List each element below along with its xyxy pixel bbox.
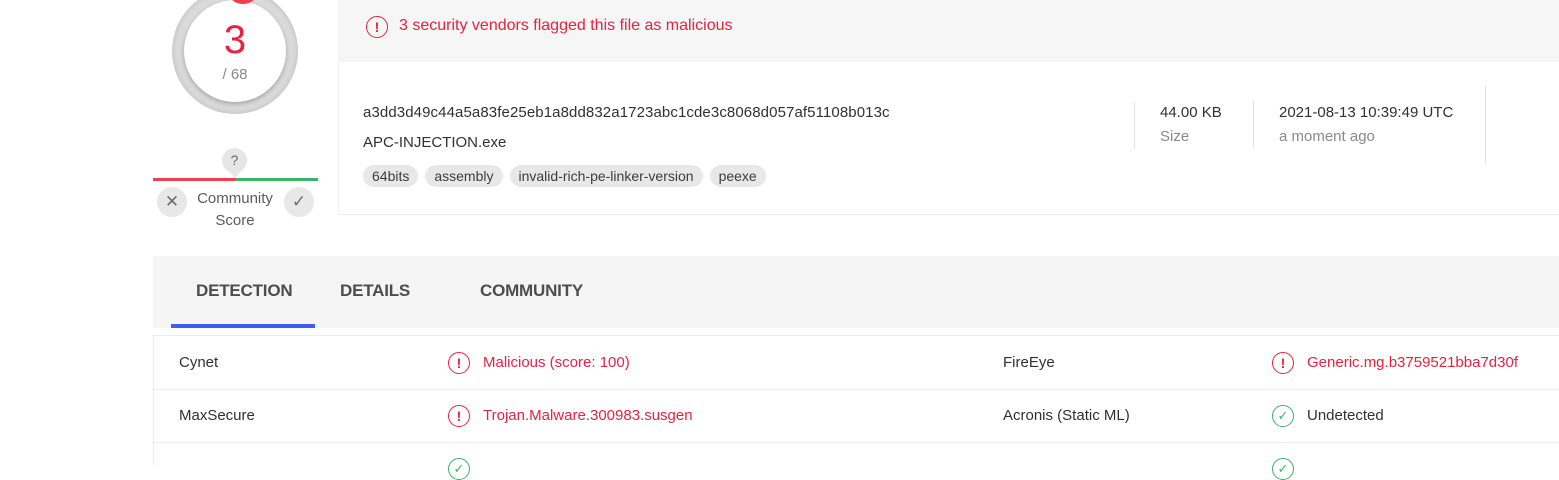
vendor-name: Cynet xyxy=(179,354,219,371)
vendor-name: FireEye xyxy=(1003,354,1055,371)
meta-divider xyxy=(1253,101,1254,149)
alert-circle-icon: ! xyxy=(448,405,470,427)
alert-text: 3 security vendors flagged this file as … xyxy=(399,17,733,34)
detection-result: Malicious (score: 100) xyxy=(483,354,630,371)
check-circle-icon: ✓ xyxy=(1272,405,1294,427)
detection-result: Undetected xyxy=(1307,407,1384,424)
analysis-date-value: 2021-08-13 10:39:49 UTC xyxy=(1279,104,1454,121)
detection-result: Generic.mg.b3759521bba7d30f xyxy=(1307,354,1518,371)
detection-count: 3 xyxy=(223,18,247,62)
community-score-pointer xyxy=(228,170,242,178)
alert-circle-icon: ! xyxy=(366,16,388,38)
alert-circle-icon: ! xyxy=(448,352,470,374)
file-info-card xyxy=(338,62,1559,215)
meta-divider xyxy=(1485,86,1486,164)
tag-assembly[interactable]: assembly xyxy=(425,165,503,187)
tab-detection[interactable]: DETECTION xyxy=(196,281,293,301)
close-icon[interactable]: ✕ xyxy=(157,187,187,217)
meta-divider xyxy=(1134,101,1135,149)
community-label-line1: Community xyxy=(197,190,273,207)
detection-score-gauge: 3 / 68 xyxy=(172,0,298,114)
community-score-bar xyxy=(153,178,318,181)
vendor-name: MaxSecure xyxy=(179,407,255,424)
table-border xyxy=(153,335,1559,336)
file-tags: 64bits assembly invalid-rich-pe-linker-v… xyxy=(363,165,766,187)
detection-result: Trojan.Malware.300983.susgen xyxy=(483,407,693,424)
check-circle-icon: ✓ xyxy=(1272,458,1294,480)
analysis-date-relative: a moment ago xyxy=(1279,128,1375,145)
check-circle-icon: ✓ xyxy=(448,458,470,480)
file-size-label: Size xyxy=(1160,128,1190,145)
row-divider xyxy=(153,389,1559,390)
alert-circle-icon: ! xyxy=(1272,352,1294,374)
tag-64bits[interactable]: 64bits xyxy=(363,165,419,187)
file-hash[interactable]: a3dd3d49c44a5a83fe25eb1a8dd832a1723abc1c… xyxy=(363,104,890,121)
file-size-value: 44.00 KB xyxy=(1160,104,1222,121)
tag-invalid-rich-pe-linker-version[interactable]: invalid-rich-pe-linker-version xyxy=(509,165,703,187)
row-divider xyxy=(153,442,1559,443)
active-tab-indicator xyxy=(171,324,315,328)
community-score-label: Community Score xyxy=(193,188,277,232)
tab-community[interactable]: COMMUNITY xyxy=(480,281,583,301)
tag-peexe[interactable]: peexe xyxy=(709,165,766,187)
check-icon[interactable]: ✓ xyxy=(284,187,314,217)
gauge-center: 3 / 68 xyxy=(184,0,286,102)
tab-details[interactable]: DETAILS xyxy=(340,281,410,301)
vendor-name: Acronis (Static ML) xyxy=(1003,407,1130,424)
engine-total: / 68 xyxy=(222,66,248,83)
file-name: APC-INJECTION.exe xyxy=(363,134,507,151)
table-border xyxy=(153,335,154,466)
community-label-line2: Score xyxy=(215,212,255,229)
